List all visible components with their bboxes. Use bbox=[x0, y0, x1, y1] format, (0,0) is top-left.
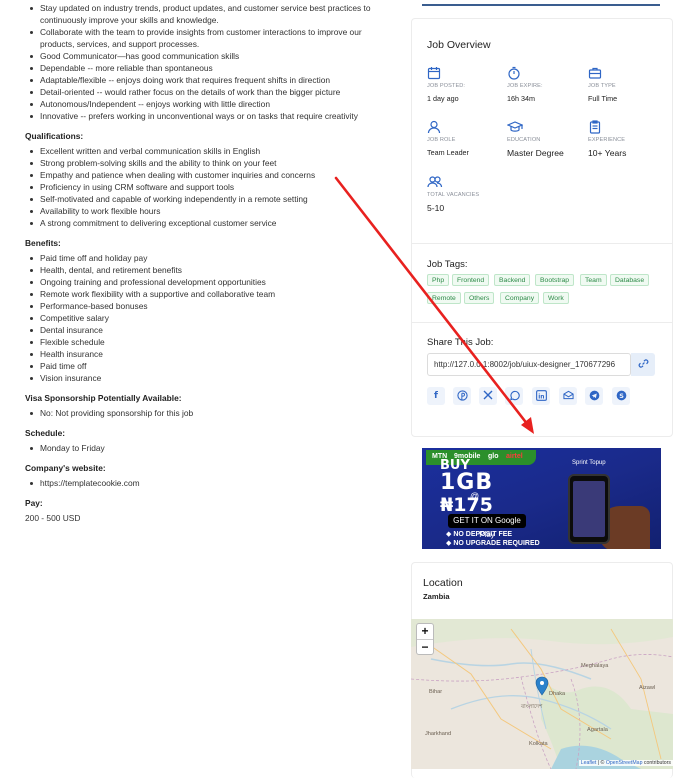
annotation-arrow bbox=[334, 176, 534, 434]
